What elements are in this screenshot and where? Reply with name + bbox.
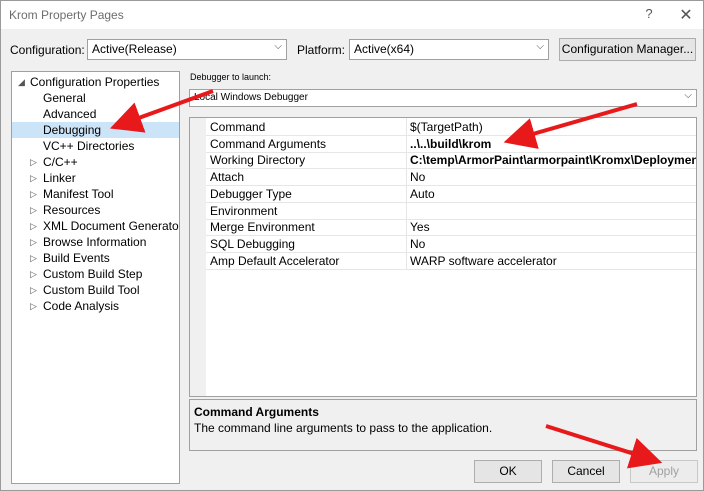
expand-icon[interactable]: ▷: [30, 186, 37, 202]
tree-item[interactable]: ▷ Build Events: [12, 250, 179, 266]
tree-item-label: Resources: [43, 203, 101, 217]
cancel-button[interactable]: Cancel: [552, 460, 620, 483]
property-name: Command: [210, 120, 266, 134]
property-name: Working Directory: [210, 153, 306, 168]
property-row[interactable]: Attach No: [206, 169, 696, 187]
help-button[interactable]: ?: [641, 6, 657, 24]
title-bar: Krom Property Pages ? ✕: [1, 1, 703, 29]
property-pages-window: Krom Property Pages ? ✕ Configuration: A…: [0, 0, 704, 491]
tree-item[interactable]: General: [12, 90, 179, 106]
debugger-label: Debugger to launch:: [190, 72, 272, 82]
property-name: Amp Default Accelerator: [210, 253, 340, 268]
property-value[interactable]: No: [410, 236, 425, 252]
chevron-down-icon: ⌵: [684, 90, 692, 101]
property-value[interactable]: WARP software accelerator: [410, 253, 557, 269]
property-row[interactable]: Command Arguments ..\..\build\krom: [206, 136, 696, 153]
description-title: Command Arguments: [194, 405, 319, 419]
platform-dropdown[interactable]: Active(x64) ⌵: [349, 39, 549, 60]
tree-item[interactable]: ▷ C/C++: [12, 154, 179, 170]
expand-icon[interactable]: ▷: [30, 170, 37, 186]
description-text: The command line arguments to pass to th…: [194, 421, 493, 435]
tree-item-label: Linker: [43, 171, 76, 185]
property-name: Debugger Type: [210, 186, 292, 201]
property-value[interactable]: Auto: [410, 186, 435, 202]
tree-item-label: Manifest Tool: [43, 187, 114, 201]
tree-item-label: C/C++: [43, 155, 78, 169]
property-row[interactable]: Amp Default Accelerator WARP software acc…: [206, 253, 696, 270]
tree-item-label: XML Document Generator: [43, 219, 180, 233]
property-row[interactable]: Command $(TargetPath): [206, 119, 696, 136]
expand-icon[interactable]: ▷: [30, 154, 37, 170]
expand-icon[interactable]: ▷: [30, 202, 37, 218]
window-title: Krom Property Pages: [9, 8, 124, 22]
debugger-dropdown[interactable]: Local Windows Debugger ⌵: [189, 89, 697, 107]
property-row[interactable]: Environment: [206, 203, 696, 220]
configuration-label: Configuration:: [10, 43, 85, 57]
tree-root-label: Configuration Properties: [30, 75, 160, 89]
expand-icon[interactable]: ▷: [30, 282, 37, 298]
tree-item[interactable]: ▷ Linker: [12, 170, 179, 186]
property-value[interactable]: C:\temp\ArmorPaint\armorpaint\Kromx\Depl…: [410, 152, 696, 168]
tree-item-label: Debugging: [43, 123, 102, 137]
property-row[interactable]: Merge Environment Yes: [206, 219, 696, 237]
tree-item[interactable]: Debugging: [12, 122, 179, 138]
configuration-value: Active(Release): [92, 42, 177, 56]
property-name: Command Arguments: [210, 136, 327, 151]
grid-gutter: [190, 118, 206, 396]
tree-item[interactable]: ▷ Custom Build Tool: [12, 282, 179, 298]
configuration-dropdown[interactable]: Active(Release) ⌵: [87, 39, 287, 60]
property-value[interactable]: Yes: [410, 219, 430, 235]
chevron-down-icon: ⌵: [274, 41, 282, 52]
platform-value: Active(x64): [354, 42, 415, 56]
tree-item-label: Code Analysis: [43, 299, 120, 313]
tree-item-label: General: [43, 91, 86, 105]
configuration-tree: ◢ Configuration Properties General Advanc…: [11, 71, 180, 484]
tree-item[interactable]: ▷ Browse Information: [12, 234, 179, 250]
chevron-down-icon: ⌵: [536, 41, 544, 52]
tree-item[interactable]: ▷ Resources: [12, 202, 179, 218]
property-name: Attach: [210, 170, 245, 185]
property-row[interactable]: SQL Debugging No: [206, 236, 696, 253]
tree-item-label: Custom Build Step: [43, 267, 143, 281]
description-panel: Command Arguments The command line argum…: [189, 399, 697, 451]
property-name: Merge Environment: [210, 220, 315, 235]
ok-button[interactable]: OK: [474, 460, 542, 483]
apply-button[interactable]: Apply: [630, 460, 698, 483]
property-name: Environment: [210, 203, 278, 218]
tree-item[interactable]: ▷ Custom Build Step: [12, 266, 179, 282]
property-value[interactable]: $(TargetPath): [410, 119, 483, 135]
tree-root[interactable]: ◢ Configuration Properties: [12, 74, 179, 90]
tree-item[interactable]: VC++ Directories: [12, 138, 179, 154]
property-grid: Command $(TargetPath) Command Arguments ..\…: [189, 117, 697, 397]
expand-icon[interactable]: ▷: [30, 250, 37, 266]
tree-item-label: VC++ Directories: [43, 139, 135, 153]
tree-item[interactable]: ▷ XML Document Generator: [12, 218, 179, 234]
tree-item-label: Build Events: [43, 251, 110, 265]
platform-label: Platform:: [297, 43, 346, 57]
debugger-value: Local Windows Debugger: [194, 92, 308, 103]
tree-item-label: Advanced: [43, 107, 97, 121]
expand-icon[interactable]: ▷: [30, 234, 37, 250]
tree-item-label: Custom Build Tool: [43, 283, 140, 297]
property-value[interactable]: No: [410, 169, 425, 185]
tree-item-label: Browse Information: [43, 235, 147, 249]
configuration-manager-button[interactable]: Configuration Manager...: [559, 38, 696, 61]
expand-icon[interactable]: ▷: [30, 218, 37, 234]
expand-icon[interactable]: ▷: [30, 298, 37, 314]
property-row[interactable]: Debugger Type Auto: [206, 186, 696, 203]
tree-item[interactable]: ▷ Code Analysis: [12, 298, 179, 314]
close-button[interactable]: ✕: [677, 5, 695, 24]
property-value[interactable]: ..\..\build\krom: [410, 136, 491, 152]
property-name: SQL Debugging: [210, 236, 295, 251]
collapse-icon[interactable]: ◢: [18, 74, 25, 90]
tree-item[interactable]: Advanced: [12, 106, 179, 122]
property-row[interactable]: Working Directory C:\temp\ArmorPaint\armo…: [206, 152, 696, 170]
tree-item[interactable]: ▷ Manifest Tool: [12, 186, 179, 202]
expand-icon[interactable]: ▷: [30, 266, 37, 282]
